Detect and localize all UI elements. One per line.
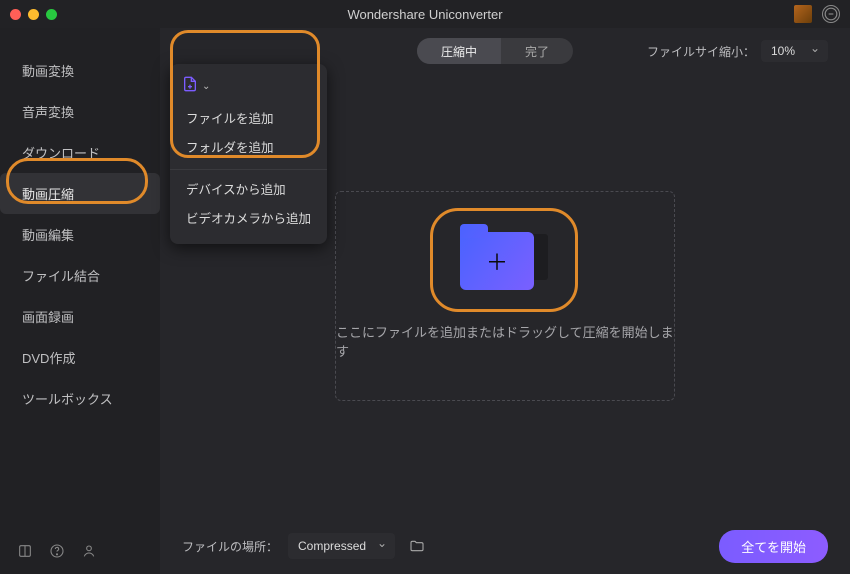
menu-divider <box>170 169 327 170</box>
main-panel: 圧縮中 完了 ファイルサイ縮小： 10% <box>160 28 850 574</box>
window-close-button[interactable] <box>10 9 21 20</box>
sidebar-item-file-merge[interactable]: ファイル結合 <box>0 255 160 296</box>
feedback-icon[interactable] <box>822 5 840 23</box>
add-folder-icon[interactable]: ＋ <box>460 232 550 300</box>
segment-in-progress[interactable]: 圧縮中 <box>417 38 501 64</box>
avatar[interactable] <box>794 5 812 23</box>
location-select[interactable]: Compressed <box>288 533 395 559</box>
add-dropdown-menu: ⌄ ファイルを追加 フォルダを追加 デバイスから追加 ビデオカメラから追加 <box>170 64 327 244</box>
chevron-down-icon[interactable]: ⌄ <box>202 81 210 92</box>
window-title: Wondershare Uniconverter <box>347 7 502 22</box>
sidebar-item-download[interactable]: ダウンロード <box>0 132 160 173</box>
dropzone[interactable]: ＋ ここにファイルを追加またはドラッグして圧縮を開始します <box>335 191 675 401</box>
bottom-bar: ファイルの場所： Compressed 全てを開始 <box>160 518 850 574</box>
sidebar: 動画変換 音声変換 ダウンロード 動画圧縮 動画編集 ファイル結合 画面録画 D… <box>0 28 160 574</box>
menu-add-from-camera[interactable]: ビデオカメラから追加 <box>170 203 327 232</box>
window-minimize-button[interactable] <box>28 9 39 20</box>
add-file-icon[interactable] <box>182 76 198 97</box>
guide-icon[interactable] <box>16 542 34 560</box>
help-icon[interactable] <box>48 542 66 560</box>
sidebar-item-video-edit[interactable]: 動画編集 <box>0 214 160 255</box>
ratio-label: ファイルサイ縮小： <box>647 43 755 60</box>
account-icon[interactable] <box>80 542 98 560</box>
menu-add-file[interactable]: ファイルを追加 <box>170 103 327 132</box>
toolbar: 圧縮中 完了 ファイルサイ縮小： 10% <box>160 28 850 74</box>
sidebar-item-toolbox[interactable]: ツールボックス <box>0 378 160 419</box>
sidebar-item-audio-convert[interactable]: 音声変換 <box>0 91 160 132</box>
start-all-button[interactable]: 全てを開始 <box>719 530 828 563</box>
open-folder-button[interactable] <box>405 534 429 558</box>
sidebar-item-video-compress[interactable]: 動画圧縮 <box>0 173 160 214</box>
menu-add-from-device[interactable]: デバイスから追加 <box>170 174 327 203</box>
segment-done[interactable]: 完了 <box>501 38 573 64</box>
dropzone-text: ここにファイルを追加またはドラッグして圧縮を開始します <box>336 322 674 360</box>
location-label: ファイルの場所： <box>182 538 278 555</box>
ratio-select[interactable]: 10% <box>761 40 828 62</box>
sidebar-item-screen-record[interactable]: 画面録画 <box>0 296 160 337</box>
menu-add-folder[interactable]: フォルダを追加 <box>170 132 327 161</box>
window-maximize-button[interactable] <box>46 9 57 20</box>
sidebar-item-video-convert[interactable]: 動画変換 <box>0 50 160 91</box>
sidebar-item-dvd[interactable]: DVD作成 <box>0 337 160 378</box>
titlebar: Wondershare Uniconverter <box>0 0 850 28</box>
